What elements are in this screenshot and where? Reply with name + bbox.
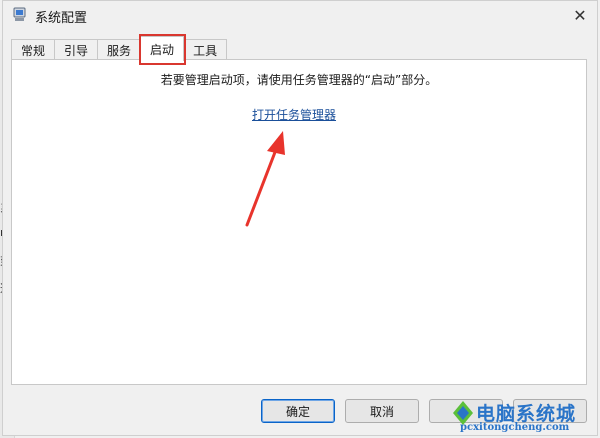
site-watermark: 电脑系统城 pcxitongcheng.com	[452, 396, 594, 436]
tab-boot[interactable]: 引导	[54, 39, 99, 61]
tab-tools[interactable]: 工具	[183, 39, 228, 61]
close-button[interactable]: ✕	[565, 2, 595, 28]
tab-general[interactable]: 常规	[11, 39, 56, 61]
tab-services[interactable]: 服务	[97, 39, 142, 61]
startup-message: 若要管理启动项，请使用任务管理器的“启动”部分。	[160, 73, 438, 87]
watermark-url: pcxitongcheng.com	[460, 422, 570, 433]
pointer-arrow-annotation	[245, 131, 285, 227]
title-bar: 系统配置 ✕	[3, 1, 597, 29]
tab-bar: 常规 引导 服务 启动 工具	[11, 36, 228, 61]
msconfig-icon	[12, 7, 28, 23]
window-title: 系统配置	[35, 11, 88, 26]
open-task-manager-link[interactable]: 打开任务管理器	[252, 106, 336, 123]
startup-tab-highlight	[139, 34, 186, 65]
close-icon: ✕	[573, 5, 587, 25]
cancel-button[interactable]: 取消	[345, 399, 419, 423]
startup-panel: 若要管理启动项，请使用任务管理器的“启动”部分。 打开任务管理器	[11, 59, 587, 385]
system-config-dialog: 系统配置 ✕ 常规 引导 服务 启动 工具 若要管理启动项，请使用任务管理器的“…	[2, 0, 598, 436]
ok-button[interactable]: 确定	[261, 399, 335, 423]
